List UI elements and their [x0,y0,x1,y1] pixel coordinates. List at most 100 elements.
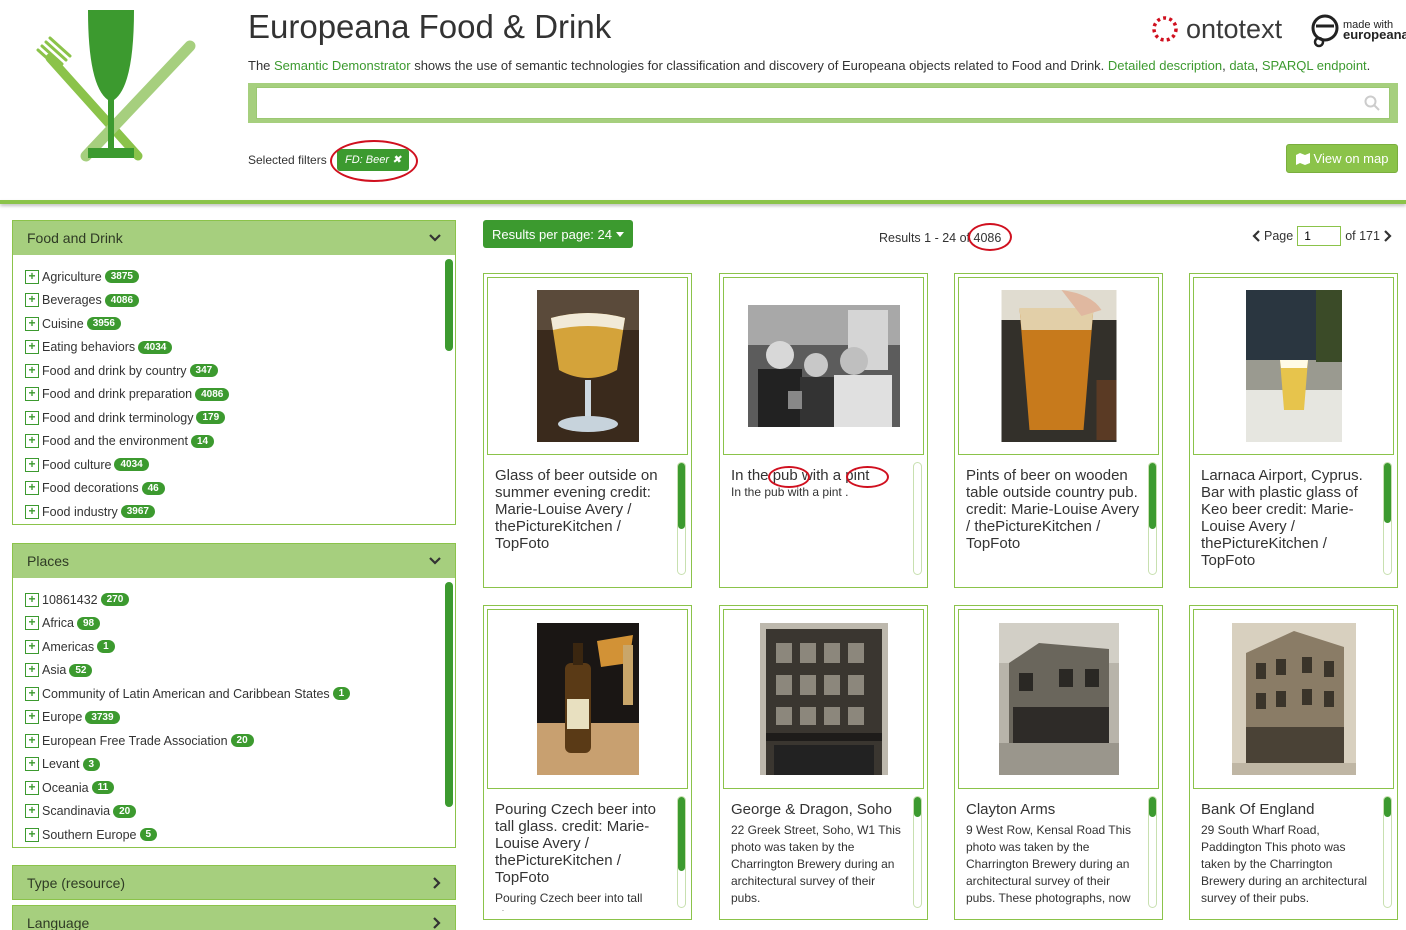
facet-item-label[interactable]: Scandinavia [42,804,110,818]
facet-panel-type[interactable]: Type (resource) [12,865,456,900]
facet-item-label[interactable]: Beverages [42,293,102,307]
expand-plus-icon[interactable]: + [25,410,39,425]
facet-item-label[interactable]: Southern Europe [42,828,137,842]
expand-plus-icon[interactable]: + [25,269,39,284]
facet-item-label[interactable]: Eating behaviors [42,340,135,354]
facet-item[interactable]: + Food and drink preparation 4086 [13,383,455,407]
expand-plus-icon[interactable]: + [25,293,39,308]
card-scrollbar[interactable] [1383,462,1392,575]
facet-item[interactable]: + Food and drink terminology 179 [13,406,455,430]
expand-plus-icon[interactable]: + [25,616,39,631]
result-card[interactable]: Clayton Arms 9 West Row, Kensal Road Thi… [954,605,1163,920]
card-title[interactable]: Clayton Arms [966,801,1140,818]
result-card[interactable]: Larnaca Airport, Cyprus. Bar with plasti… [1189,273,1398,588]
facet-item[interactable]: + European Free Trade Association 20 [13,729,455,753]
expand-plus-icon[interactable]: + [25,592,39,607]
facet-header-language[interactable]: Language [13,906,455,930]
facet-scrollbar[interactable] [445,259,453,351]
next-page-icon[interactable] [1384,230,1392,242]
card-scrollbar[interactable] [1148,462,1157,575]
card-scrollbar[interactable] [1148,796,1157,908]
expand-plus-icon[interactable]: + [25,481,39,496]
facet-item[interactable]: + Asia 52 [13,659,455,683]
facet-item-label[interactable]: Oceania [42,781,89,795]
facet-item[interactable]: + Food industry 3967 [13,500,455,524]
expand-plus-icon[interactable]: + [25,686,39,701]
made-with-europeana-logo[interactable]: made with europeana [1310,12,1406,48]
result-card[interactable]: In the pub with a pint In the pub with a… [719,273,928,588]
sparql-endpoint-link[interactable]: SPARQL endpoint [1262,58,1367,73]
card-title[interactable]: Glass of beer outside on summer evening … [495,467,669,552]
data-link[interactable]: data [1229,58,1254,73]
card-scrollbar[interactable] [677,796,686,908]
card-title[interactable]: Pouring Czech beer into tall glass. cred… [495,801,669,886]
result-card[interactable]: George & Dragon, Soho 22 Greek Street, S… [719,605,928,920]
facet-item-label[interactable]: Food and drink preparation [42,387,192,401]
expand-plus-icon[interactable]: + [25,434,39,449]
expand-plus-icon[interactable]: + [25,363,39,378]
expand-plus-icon[interactable]: + [25,316,39,331]
facet-item-label[interactable]: Europe [42,710,82,724]
facet-item[interactable]: + Americas 1 [13,635,455,659]
facet-scrollbar[interactable] [445,582,453,807]
facet-item-label[interactable]: Levant [42,757,80,771]
search-input[interactable] [256,87,1390,119]
facet-item-label[interactable]: Food culture [42,458,111,472]
facet-item-label[interactable]: Food and the environment [42,434,188,448]
card-title[interactable]: Bank Of England [1201,801,1375,818]
result-card[interactable]: Pouring Czech beer into tall glass. cred… [483,605,692,920]
facet-item[interactable]: + Beverages 4086 [13,289,455,313]
facet-header-food-and-drink[interactable]: Food and Drink [13,221,455,255]
expand-plus-icon[interactable]: + [25,504,39,519]
card-scrollbar[interactable] [1383,796,1392,908]
facet-item[interactable]: + Eating behaviors 4034 [13,336,455,360]
previous-page-icon[interactable] [1252,230,1260,242]
facet-item-label[interactable]: Food and drink terminology [42,411,193,425]
facet-item-label[interactable]: 10861432 [42,593,98,607]
facet-item-label[interactable]: Africa [42,616,74,630]
expand-plus-icon[interactable]: + [25,827,39,842]
expand-plus-icon[interactable]: + [25,733,39,748]
facet-panel-language[interactable]: Language [12,905,456,930]
facet-item[interactable]: + Europe 3739 [13,706,455,730]
result-card[interactable]: Pints of beer on wooden table outside co… [954,273,1163,588]
facet-item-label[interactable]: Americas [42,640,94,654]
view-on-map-button[interactable]: View on map [1286,144,1398,173]
expand-plus-icon[interactable]: + [25,710,39,725]
card-scrollbar[interactable] [677,462,686,575]
ontotext-logo[interactable]: ontotext [1150,12,1282,46]
facet-item-label[interactable]: Cuisine [42,317,84,331]
facet-item-label[interactable]: Food industry [42,505,118,519]
result-card[interactable]: Glass of beer outside on summer evening … [483,273,692,588]
result-card[interactable]: Bank Of England 29 South Wharf Road, Pad… [1189,605,1398,920]
expand-plus-icon[interactable]: + [25,757,39,772]
facet-item-label[interactable]: Asia [42,663,66,677]
expand-plus-icon[interactable]: + [25,639,39,654]
card-title[interactable]: George & Dragon, Soho [731,801,905,818]
facet-item[interactable]: + Southern Europe 5 [13,823,455,847]
results-per-page-dropdown[interactable]: Results per page: 24 [483,220,633,248]
demonstrator-link[interactable]: Semantic Demonstrator [274,58,411,73]
facet-item-label[interactable]: Agriculture [42,270,102,284]
expand-plus-icon[interactable]: + [25,457,39,472]
facet-item[interactable]: + Scandinavia 20 [13,800,455,824]
expand-plus-icon[interactable]: + [25,804,39,819]
facet-item[interactable]: + Cuisine 3956 [13,312,455,336]
expand-plus-icon[interactable]: + [25,663,39,678]
expand-plus-icon[interactable]: + [25,340,39,355]
card-scrollbar[interactable] [913,796,922,908]
facet-item[interactable]: + Food and the environment 14 [13,430,455,454]
facet-item-label[interactable]: Food decorations [42,481,139,495]
card-title[interactable]: Larnaca Airport, Cyprus. Bar with plasti… [1201,467,1375,569]
facet-item-label[interactable]: European Free Trade Association [42,734,228,748]
detailed-description-link[interactable]: Detailed description [1108,58,1222,73]
facet-header-places[interactable]: Places [13,544,455,578]
facet-header-type[interactable]: Type (resource) [13,866,455,899]
expand-plus-icon[interactable]: + [25,387,39,402]
search-icon[interactable] [1364,95,1380,111]
card-title[interactable]: Pints of beer on wooden table outside co… [966,467,1140,552]
facet-item[interactable]: + Oceania 11 [13,776,455,800]
facet-item[interactable]: +10861432 270 [13,588,455,612]
facet-item[interactable]: + Community of Latin American and Caribbe… [13,682,455,706]
facet-item[interactable]: + Levant 3 [13,753,455,777]
